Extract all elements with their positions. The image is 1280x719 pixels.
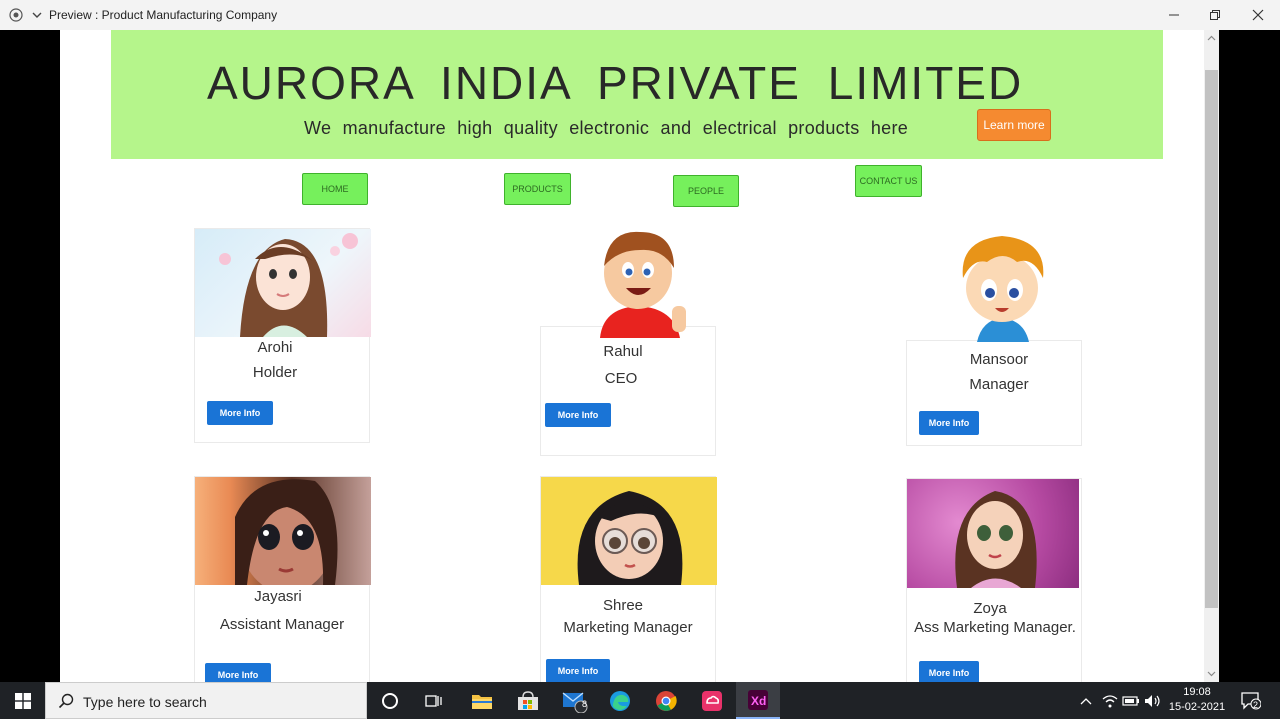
task-view-icon[interactable]: [412, 682, 456, 719]
file-explorer-icon[interactable]: [460, 682, 504, 719]
more-info-button[interactable]: More Info: [207, 401, 273, 425]
nav-contact-us[interactable]: CONTACT US: [855, 165, 922, 197]
person-card-jayasri: Jayasri Assistant Manager More Info: [194, 476, 371, 682]
cortana-icon[interactable]: [368, 682, 412, 719]
clock-date: 15-02-2021: [1168, 701, 1226, 713]
windows-icon: [14, 692, 31, 709]
left-margin: [0, 30, 60, 682]
volume-icon[interactable]: [1143, 682, 1163, 719]
scroll-down-icon[interactable]: [1204, 667, 1219, 681]
battery-icon[interactable]: [1121, 682, 1141, 719]
hero-banner: AURORA INDIA PRIVATE LIMITED We manufact…: [111, 30, 1163, 159]
person-role: Ass Marketing Manager.: [914, 619, 1076, 636]
close-button[interactable]: [1236, 0, 1280, 30]
person-name: Shree: [602, 597, 644, 614]
start-button[interactable]: [0, 682, 45, 719]
company-name: AURORA INDIA PRIVATE LIMITED: [207, 57, 1024, 109]
store-icon[interactable]: [506, 682, 550, 719]
scroll-up-icon[interactable]: [1204, 31, 1219, 45]
search-placeholder: Type here to search: [83, 694, 207, 710]
nav-products[interactable]: PRODUCTS: [504, 173, 571, 205]
person-name: Rahul: [603, 343, 643, 360]
restore-button[interactable]: [1193, 0, 1237, 30]
minimize-icon: [1169, 14, 1179, 16]
clock[interactable]: 19:08 15-02-2021: [1166, 685, 1228, 715]
creative-cloud-icon[interactable]: [690, 682, 734, 719]
more-info-button[interactable]: More Info: [205, 663, 271, 682]
restore-icon: [1210, 10, 1220, 20]
avatar-shree: [541, 477, 717, 585]
chevron-down-icon[interactable]: [30, 8, 44, 22]
svg-text:Xd: Xd: [751, 694, 766, 708]
avatar-rahul: [588, 228, 692, 338]
adobe-xd-icon[interactable]: Xd: [736, 682, 780, 719]
avatar-jayasri: [195, 477, 371, 585]
person-role: Holder: [252, 364, 298, 381]
tagline: We manufacture high quality electronic a…: [304, 118, 909, 138]
more-info-button[interactable]: More Info: [919, 661, 979, 682]
edge-icon[interactable]: [598, 682, 642, 719]
more-info-button[interactable]: More Info: [546, 659, 610, 682]
person-role: Marketing Manager: [563, 619, 693, 636]
person-card-rahul: Rahul CEO More Info: [540, 326, 716, 456]
taskbar-search-input[interactable]: Type here to search: [45, 682, 367, 719]
chevron-up-icon[interactable]: [1077, 682, 1095, 719]
mail-badge: 8: [582, 699, 588, 709]
person-role: Manager: [969, 376, 1029, 393]
person-card-mansoor: Mansoor Manager More Info: [906, 340, 1082, 446]
chrome-icon[interactable]: [644, 682, 688, 719]
person-name: Jayasri: [254, 588, 302, 605]
person-role: CEO: [604, 370, 638, 387]
more-info-button[interactable]: More Info: [545, 403, 611, 427]
avatar-arohi: [195, 229, 371, 337]
nav-people[interactable]: PEOPLE: [673, 175, 739, 207]
taskbar: Type here to search 8 Xd 19:08 15-02-202…: [0, 682, 1280, 719]
wifi-icon[interactable]: [1100, 682, 1120, 719]
person-card-arohi: Arohi Holder More Info: [194, 228, 371, 443]
avatar-zoya: [907, 479, 1079, 588]
page-preview: AURORA INDIA PRIVATE LIMITED We manufact…: [60, 30, 1204, 682]
notifications-button[interactable]: 2: [1236, 682, 1266, 719]
minimize-button[interactable]: [1152, 0, 1196, 30]
search-icon: [58, 693, 74, 709]
person-name: Arohi: [257, 339, 293, 356]
window-title: Preview : Product Manufacturing Company: [49, 8, 278, 22]
person-card-zoya: Zoya Ass Marketing Manager. More Info: [906, 478, 1082, 682]
clock-time: 19:08: [1183, 686, 1211, 698]
close-icon: [1252, 9, 1264, 21]
avatar-mansoor: [947, 232, 1057, 342]
person-name: Zoya: [973, 600, 1007, 617]
person-card-shree: Shree Marketing Manager More Info: [540, 476, 717, 682]
nav-home[interactable]: HOME: [302, 173, 368, 205]
learn-more-button[interactable]: Learn more: [977, 109, 1051, 141]
more-info-button[interactable]: More Info: [919, 411, 979, 435]
record-icon[interactable]: [9, 8, 23, 22]
scrollbar-thumb[interactable]: [1205, 70, 1218, 608]
notification-count: 2: [1253, 700, 1259, 710]
person-name: Mansoor: [969, 351, 1029, 368]
title-bar: Preview : Product Manufacturing Company: [0, 0, 1280, 30]
mail-icon[interactable]: 8: [553, 682, 597, 719]
right-margin: [1219, 30, 1280, 682]
person-role: Assistant Manager: [219, 616, 345, 633]
